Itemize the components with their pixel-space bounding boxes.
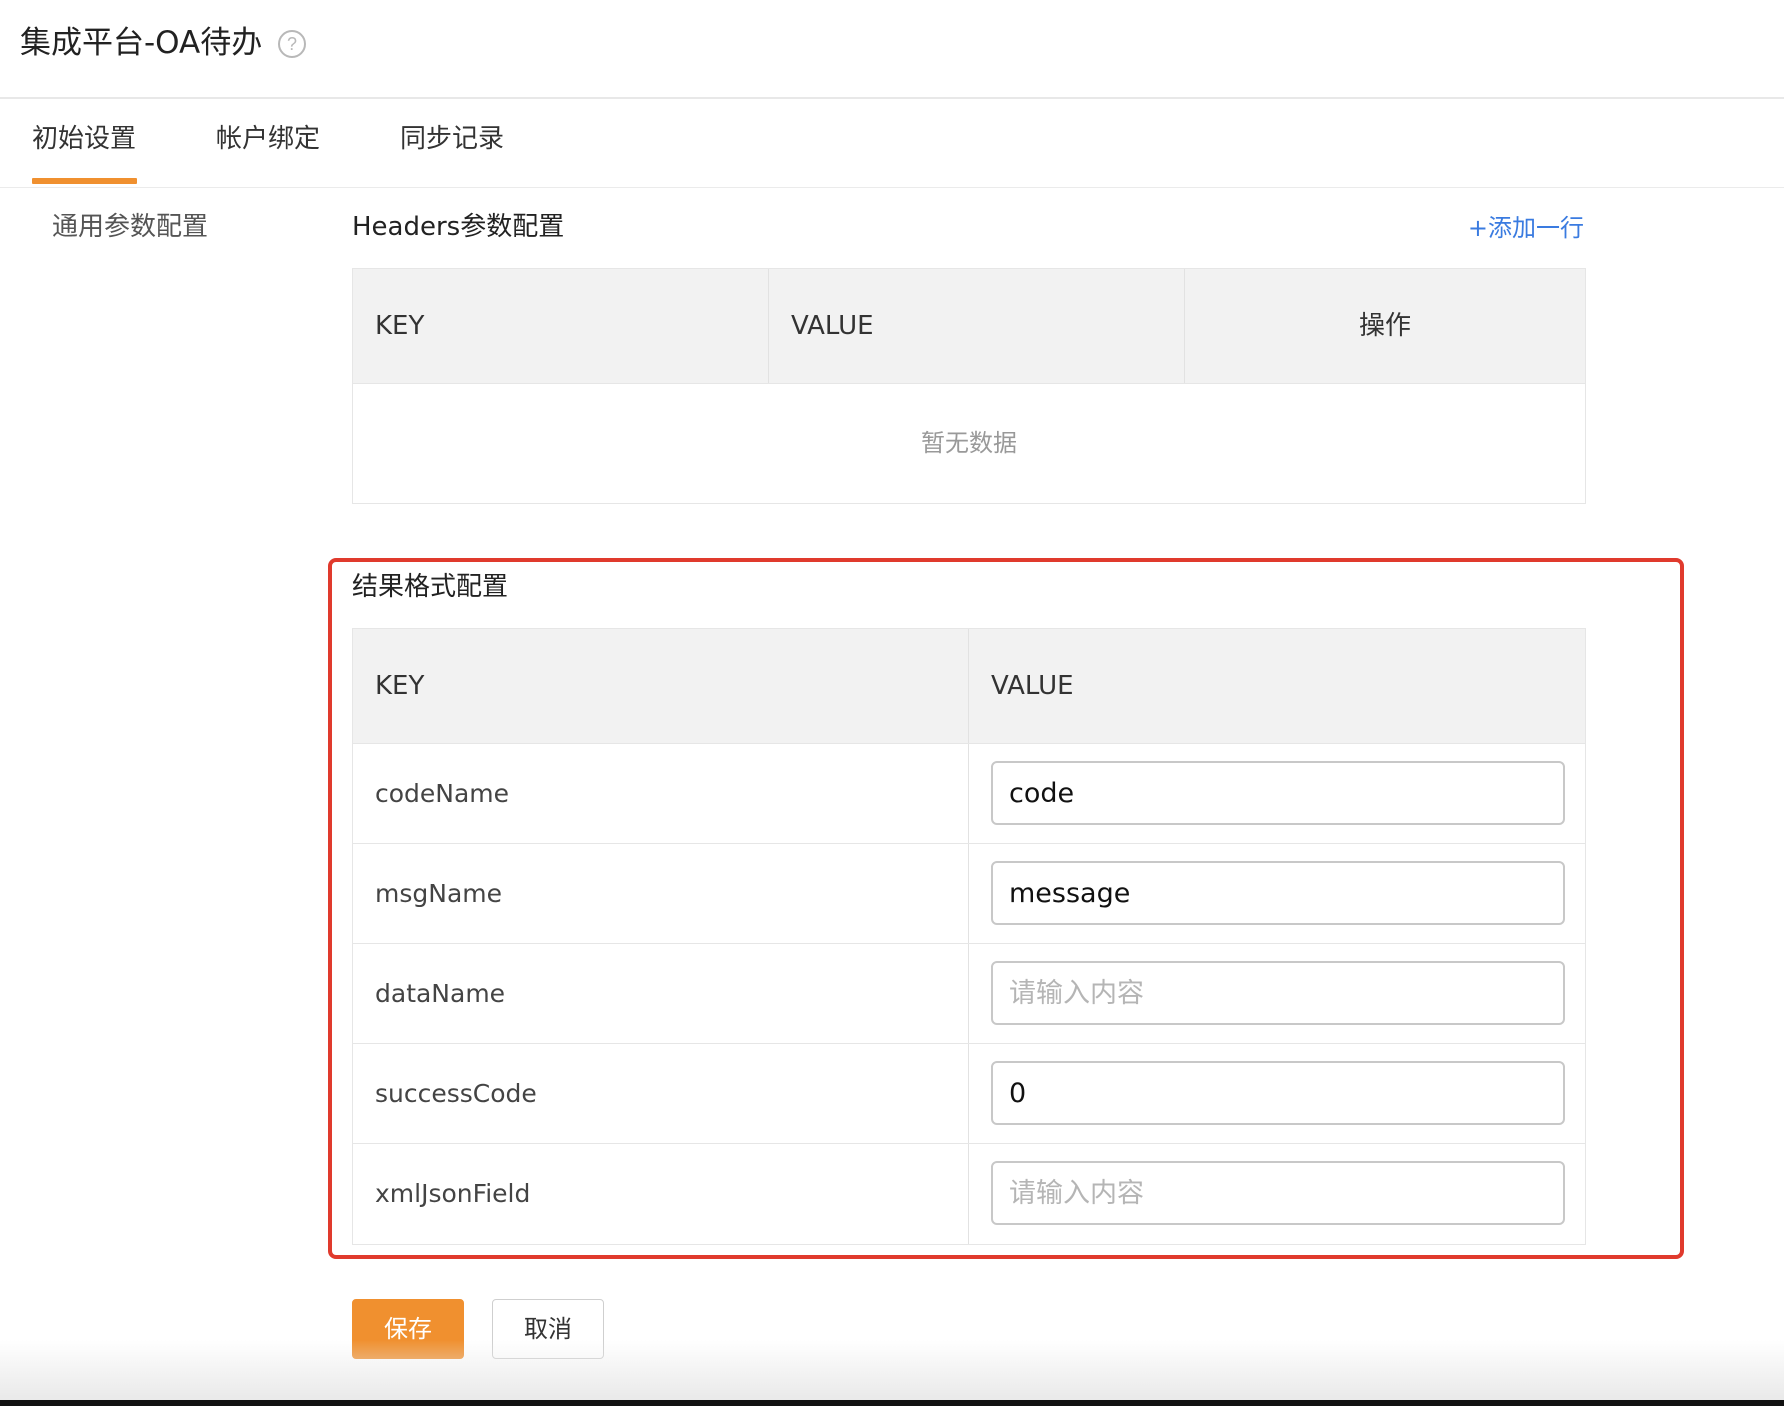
column-header-value: VALUE (769, 269, 1185, 383)
add-row-link[interactable]: +添加一行 (1468, 211, 1584, 245)
tab-sync-records[interactable]: 同步记录 (400, 121, 504, 157)
table-row: successCode (353, 1044, 1585, 1144)
success-code-input[interactable] (991, 1061, 1565, 1125)
column-header-key: KEY (353, 269, 769, 383)
tab-account-binding[interactable]: 帐户绑定 (216, 121, 320, 157)
bottom-shadow (0, 1340, 1784, 1400)
code-name-input[interactable] (991, 761, 1565, 825)
row-key-label: msgName (353, 844, 969, 943)
msg-name-input[interactable] (991, 861, 1565, 925)
table-row: xmlJsonField (353, 1144, 1585, 1244)
page: 集成平台-OA待办 ? 初始设置 帐户绑定 同步记录 通用参数配置 Header… (0, 0, 1784, 1406)
xml-json-field-input[interactable] (991, 1161, 1565, 1225)
row-key-label: xmlJsonField (353, 1144, 969, 1244)
result-format-table: KEY VALUE codeName msgName dataName succ… (352, 628, 1586, 1245)
row-key-label: codeName (353, 744, 969, 843)
column-header-value: VALUE (991, 671, 1074, 701)
column-header-actions: 操作 (1358, 311, 1411, 341)
help-icon[interactable]: ? (278, 30, 306, 58)
page-title: 集成平台-OA待办 (20, 25, 263, 61)
page-header: 集成平台-OA待办 ? (0, 0, 1784, 99)
headers-table: KEY VALUE 操作 暂无数据 (352, 268, 1586, 504)
column-header-key: KEY (353, 629, 969, 743)
row-key-label: successCode (353, 1044, 969, 1143)
result-section-title: 结果格式配置 (352, 572, 509, 602)
empty-state-text: 暂无数据 (921, 429, 1017, 457)
sidebar-item-general-params[interactable]: 通用参数配置 (52, 209, 208, 245)
table-row: codeName (353, 744, 1585, 844)
table-header-row: KEY VALUE 操作 (353, 269, 1585, 384)
headers-section-title: Headers参数配置 (352, 212, 565, 242)
window-bottom-edge (0, 1400, 1784, 1406)
tab-bar: 初始设置 帐户绑定 同步记录 (0, 99, 1784, 188)
active-tab-indicator (32, 178, 137, 184)
row-key-label: dataName (353, 944, 969, 1043)
data-name-input[interactable] (991, 961, 1565, 1025)
tab-initial-settings[interactable]: 初始设置 (32, 121, 136, 157)
table-row: msgName (353, 844, 1585, 944)
table-row: dataName (353, 944, 1585, 1044)
table-header-row: KEY VALUE (353, 629, 1585, 744)
